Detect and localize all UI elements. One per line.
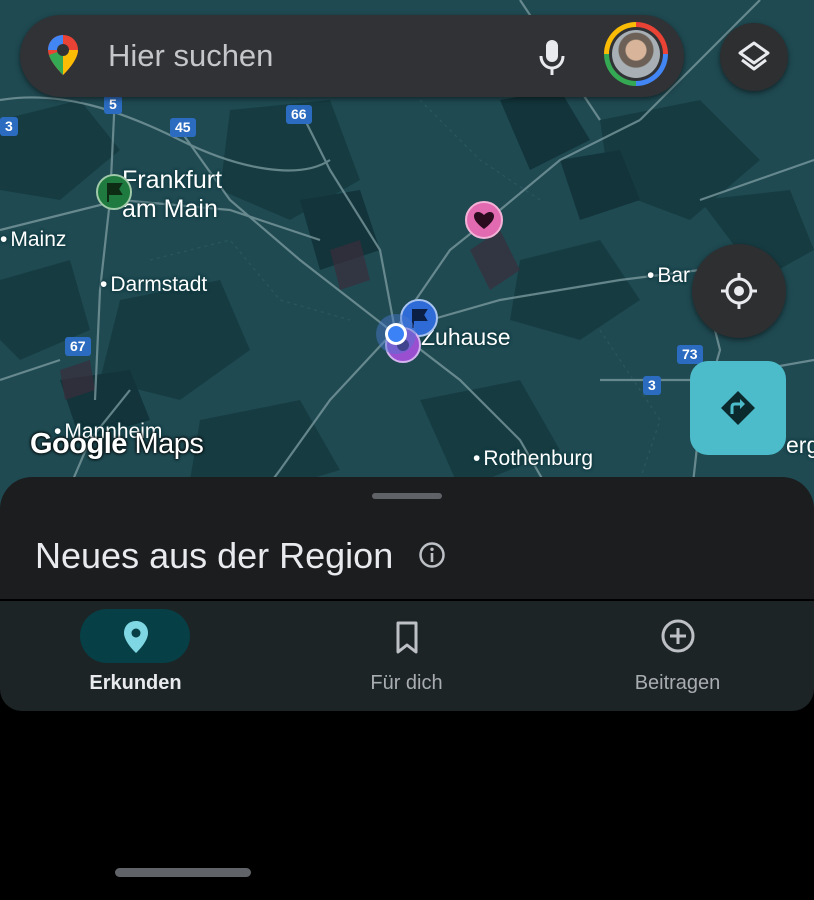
layers-icon xyxy=(738,41,770,71)
info-icon[interactable] xyxy=(418,541,446,574)
road-shield: 73 xyxy=(677,345,703,364)
directions-icon xyxy=(721,391,755,425)
sheet-drag-handle[interactable] xyxy=(372,493,442,499)
road-shield: 67 xyxy=(65,337,91,356)
road-shield: 45 xyxy=(170,118,196,137)
search-bar[interactable] xyxy=(20,15,684,97)
nav-item-label: Für dich xyxy=(370,672,443,694)
place-label-line: am Main xyxy=(122,195,218,223)
place-label-partial[interactable]: erg xyxy=(786,432,814,459)
account-avatar[interactable] xyxy=(604,22,668,86)
mic-icon[interactable] xyxy=(534,37,570,77)
place-label-bar[interactable]: Bar xyxy=(647,264,690,288)
avatar-ring-gap xyxy=(609,27,663,81)
directions-button[interactable] xyxy=(690,361,786,455)
add-circle-icon xyxy=(658,617,698,657)
road-shield: 5 xyxy=(104,95,122,114)
place-label-rothenburg[interactable]: Rothenburg xyxy=(473,447,593,471)
nav-item-label: Erkunden xyxy=(89,672,182,694)
my-location-button[interactable] xyxy=(692,244,786,338)
place-label-darmstadt[interactable]: Darmstadt xyxy=(100,273,207,297)
bottom-navigation: Erkunden Für dich Beitragen xyxy=(0,601,814,711)
google-maps-pin-icon xyxy=(46,33,80,82)
sheet-title: Neues aus der Region xyxy=(35,535,394,576)
avatar-photo xyxy=(612,30,660,78)
bottom-sheet[interactable]: Neues aus der Region xyxy=(0,477,814,599)
google-maps-attribution: Google Maps xyxy=(30,428,204,460)
nav-item-label: Beitragen xyxy=(634,672,721,694)
location-pin-icon xyxy=(116,617,156,657)
nav-item-fuer-dich[interactable]: Für dich xyxy=(271,601,542,711)
place-label-frankfurt[interactable]: Frankfurt am Main xyxy=(122,166,222,224)
attribution-maps-word: Maps xyxy=(134,428,204,460)
nav-item-beitragen[interactable]: Beitragen xyxy=(542,601,813,711)
road-shield: 3 xyxy=(643,376,661,395)
road-shield: 66 xyxy=(286,105,312,124)
layers-button[interactable] xyxy=(720,23,788,91)
heart-icon xyxy=(465,201,503,239)
place-label-line: Frankfurt xyxy=(122,166,223,194)
system-home-indicator[interactable] xyxy=(115,868,251,877)
road-shield: 3 xyxy=(0,117,18,136)
search-input[interactable] xyxy=(106,31,510,81)
bookmark-icon xyxy=(387,617,427,657)
nav-item-erkunden[interactable]: Erkunden xyxy=(0,601,271,711)
location-dot-icon xyxy=(376,314,416,354)
my-location-icon xyxy=(721,273,757,309)
place-label-mainz[interactable]: Mainz xyxy=(0,228,66,252)
flag-icon xyxy=(96,174,132,210)
